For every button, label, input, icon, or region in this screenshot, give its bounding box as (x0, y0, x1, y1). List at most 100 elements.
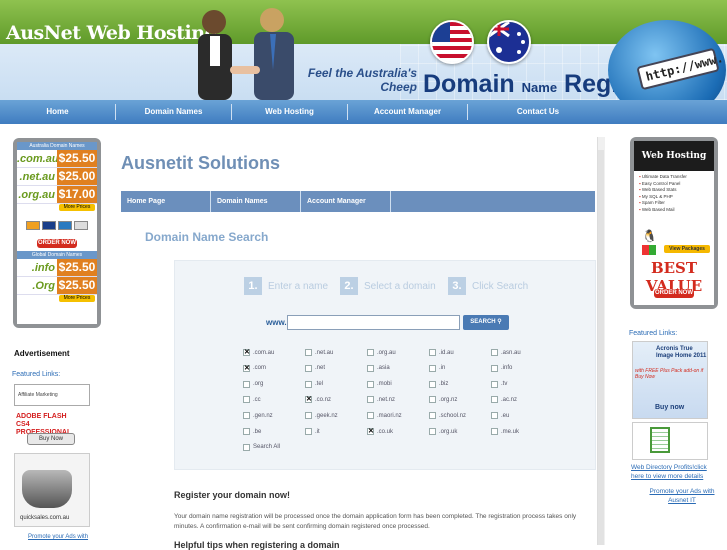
tld-checkbox[interactable] (429, 380, 436, 388)
tld-checkbox[interactable] (491, 428, 498, 435)
tld-label: .net.nz (377, 396, 396, 403)
nav-home[interactable]: Home (0, 104, 116, 120)
tld-option[interactable]: .biz (429, 380, 449, 388)
tld-checkbox[interactable] (429, 349, 436, 356)
tld-option[interactable]: .asia (367, 364, 390, 372)
tld-checkbox[interactable] (367, 364, 374, 372)
tld-checkbox[interactable] (305, 412, 312, 420)
tld-option[interactable]: .gen.nz (243, 412, 273, 420)
tld-checkbox[interactable]: ✕ (243, 364, 250, 372)
tld-label: .net.au (315, 349, 334, 356)
web-hosting-ad[interactable]: Web Hosting Ultimate Data Transfer Easy … (630, 137, 718, 309)
tld-option[interactable]: Search All (243, 443, 280, 451)
tld-checkbox[interactable] (243, 443, 250, 451)
more-prices-button[interactable]: More Prices (59, 204, 95, 211)
promote-ads-link[interactable]: Promote your Ads with (28, 534, 88, 540)
tld-checkbox[interactable] (305, 428, 312, 435)
tld-checkbox[interactable] (367, 412, 374, 420)
tld-checkbox[interactable] (491, 380, 498, 388)
tld-checkbox[interactable] (429, 396, 436, 404)
tld-checkbox[interactable] (429, 428, 436, 435)
tld-checkbox[interactable] (491, 349, 498, 356)
domain-price-ad[interactable]: Australia Domain Names .com.au $25.50 .ne… (13, 138, 101, 328)
tld-checkbox[interactable] (429, 412, 436, 420)
tld-checkbox[interactable] (243, 412, 250, 420)
tld-checkbox[interactable] (491, 412, 498, 420)
promote-ads-link-right[interactable]: Promote your Ads with Ausnet IT (645, 487, 719, 505)
us-flag-icon[interactable] (430, 20, 474, 64)
search-button[interactable]: SEARCH ⚲ (463, 315, 509, 330)
tld-option[interactable]: .tel (305, 380, 323, 388)
tld-option[interactable]: .asn.au (491, 349, 521, 356)
tld-checkbox[interactable]: ✕ (305, 396, 312, 404)
tld-checkbox[interactable]: ✕ (367, 428, 374, 435)
tld-option[interactable]: .geek.nz (305, 412, 338, 420)
price-row: .net.au $25.00 (17, 168, 97, 186)
tld-option[interactable]: ✕ .com.au (243, 349, 274, 356)
tld-label: .biz (439, 381, 449, 388)
tld-option[interactable]: .id.au (429, 349, 454, 356)
nav-web-hosting[interactable]: Web Hosting (232, 104, 348, 120)
subnav-account-manager[interactable]: Account Manager (301, 191, 391, 212)
tld-option[interactable]: .net.nz (367, 396, 396, 404)
tld-option[interactable]: ✕ .co.nz (305, 396, 331, 404)
tld-checkbox[interactable] (243, 380, 250, 388)
nav-domain-names[interactable]: Domain Names (116, 104, 232, 120)
web-directory-ad[interactable] (632, 422, 708, 460)
view-packages-button[interactable]: View Packages (664, 245, 710, 253)
tld-label: .eu (501, 412, 510, 419)
tld-checkbox[interactable] (491, 364, 498, 372)
tld-checkbox[interactable] (305, 380, 312, 388)
featured-links-label-right: Featured Links: (629, 330, 678, 337)
tld-option[interactable]: .be (243, 428, 261, 435)
tld-option[interactable]: .it (305, 428, 320, 435)
scrollbar-thumb[interactable] (598, 150, 604, 545)
tld-option[interactable]: ✕ .co.uk (367, 428, 393, 435)
tld-option[interactable]: .org.au (367, 349, 396, 356)
tld-option[interactable]: .in (429, 364, 445, 372)
tld-checkbox[interactable] (305, 364, 312, 372)
acronis-buy-now[interactable]: Buy now (655, 404, 684, 411)
order-now-button[interactable]: ORDER NOW (37, 239, 77, 248)
tld-option[interactable]: .org.nz (429, 396, 457, 404)
tld-checkbox[interactable] (367, 349, 374, 356)
document-icon (650, 427, 670, 453)
domain-name-input[interactable] (287, 315, 460, 330)
tld-option[interactable]: .eu (491, 412, 510, 420)
tld-checkbox[interactable] (367, 396, 374, 404)
tld-checkbox[interactable]: ✕ (243, 349, 250, 356)
subnav-domain-names[interactable]: Domain Names (211, 191, 301, 212)
more-prices-button-2[interactable]: More Prices (59, 295, 95, 302)
tld-option[interactable]: .maori.nz (367, 412, 402, 420)
step-text: Click Search (472, 280, 529, 292)
tld-checkbox[interactable] (305, 349, 312, 356)
tld-option[interactable]: .tv (491, 380, 507, 388)
tld-option[interactable]: .org.uk (429, 428, 457, 435)
buy-now-button[interactable]: Buy Now (27, 433, 75, 445)
order-now-button-right[interactable]: ORDER NOW (654, 289, 694, 298)
affiliate-marketing-banner[interactable]: Affiliate Marketing (14, 384, 90, 406)
tld-option[interactable]: .net (305, 364, 325, 372)
tld-option[interactable]: .mobi (367, 380, 392, 388)
registry-big: Domain (423, 70, 515, 98)
tld-option[interactable]: ✕ .com (243, 364, 266, 372)
tld-option[interactable]: .me.uk (491, 428, 519, 435)
nav-contact-us[interactable]: Contact Us (468, 104, 608, 120)
tld-checkbox[interactable] (491, 396, 498, 404)
search-label: SEARCH (470, 319, 496, 325)
tld-checkbox[interactable] (243, 396, 250, 404)
tld-option[interactable]: .info (491, 364, 512, 372)
tld-checkbox[interactable] (243, 428, 250, 435)
web-directory-link[interactable]: Web Directory Profits!click here to view… (631, 463, 717, 481)
tld-option[interactable]: .net.au (305, 349, 333, 356)
tld-checkbox[interactable] (367, 380, 374, 388)
tld-checkbox[interactable] (429, 364, 436, 372)
tld-option[interactable]: .school.nz (429, 412, 466, 420)
subnav-home-page[interactable]: Home Page (121, 191, 211, 212)
tld-option[interactable]: .org (243, 380, 263, 388)
tld-option[interactable]: .cc (243, 396, 261, 404)
visa-icon (42, 220, 56, 230)
nav-account-manager[interactable]: Account Manager (348, 104, 468, 120)
australia-flag-icon[interactable] (487, 20, 531, 64)
tld-option[interactable]: .ac.nz (491, 396, 517, 404)
